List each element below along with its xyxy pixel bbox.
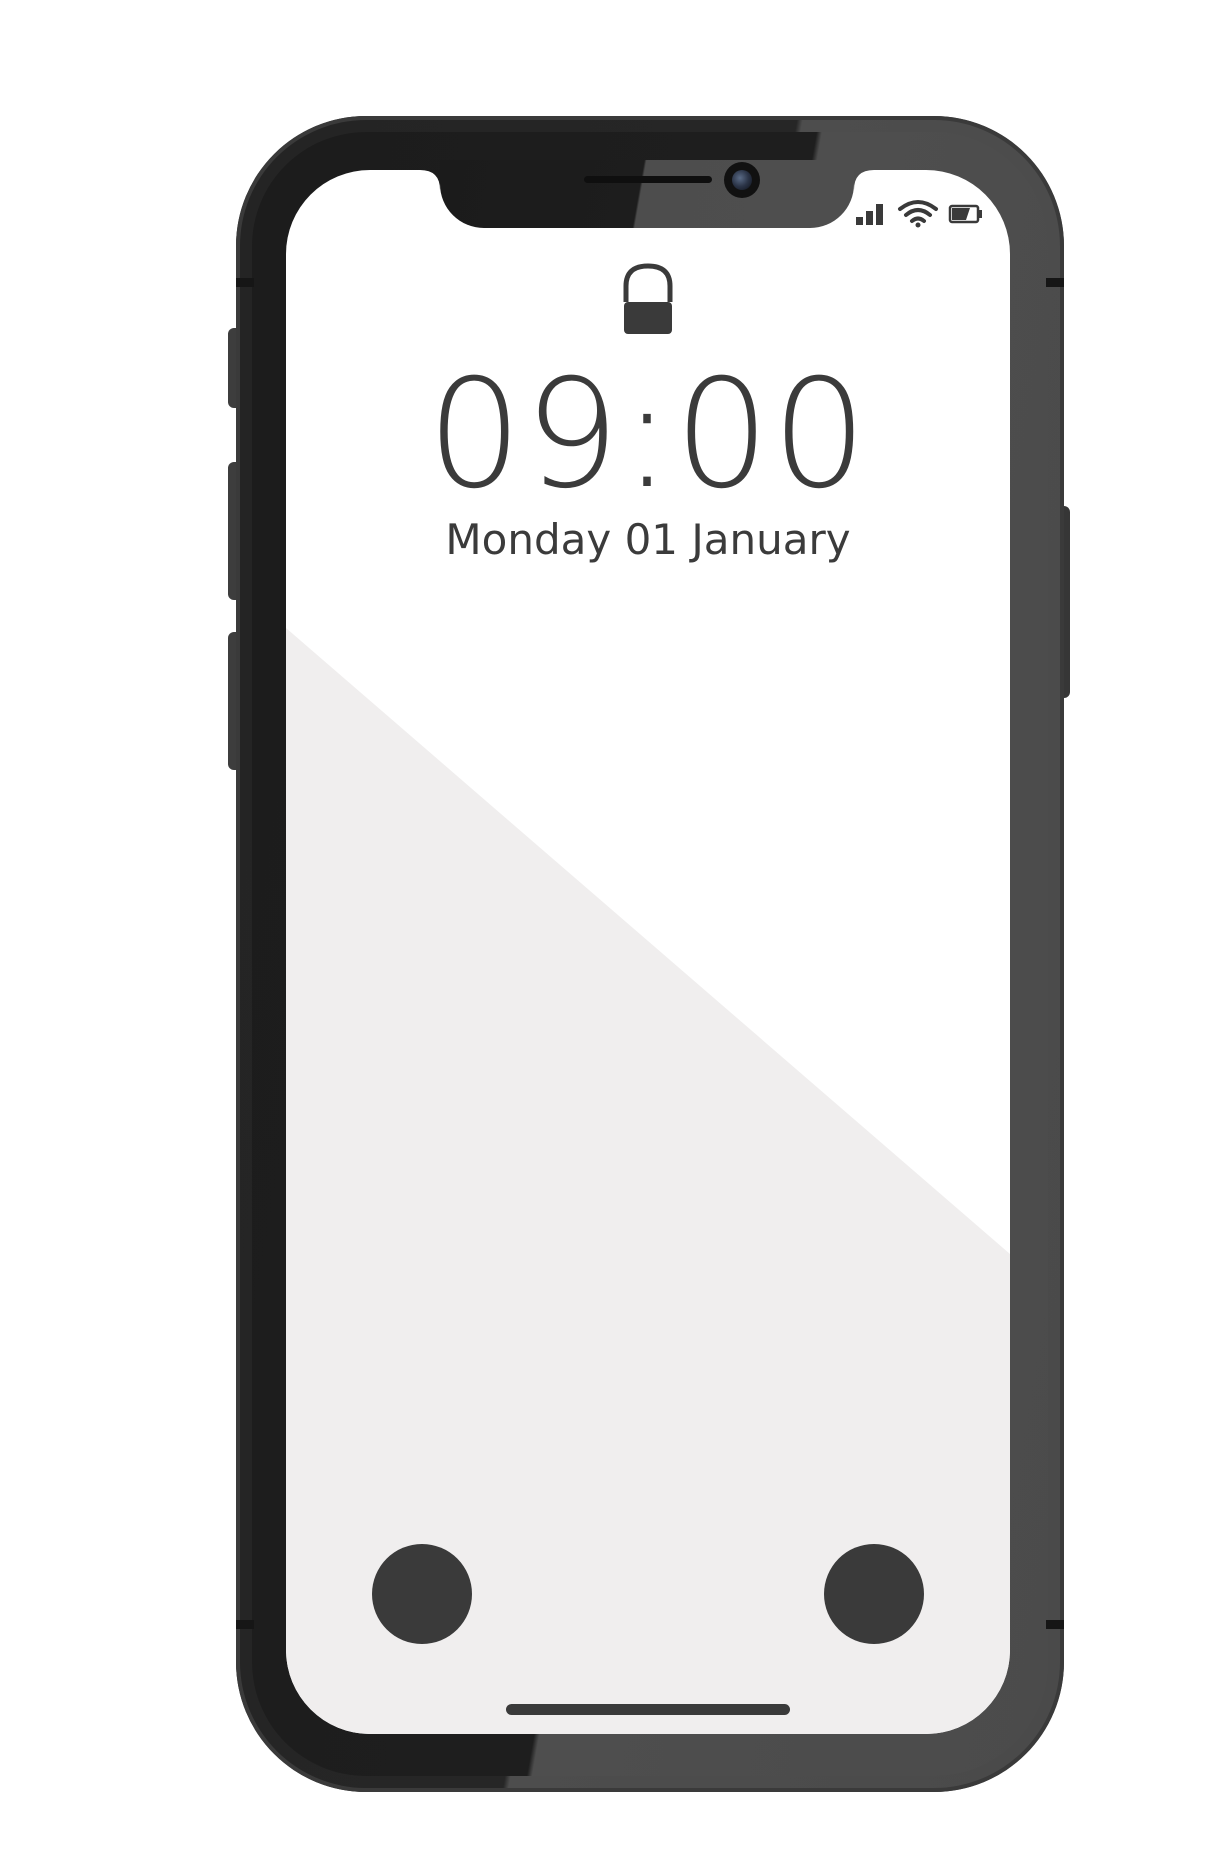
home-indicator[interactable] <box>506 1704 790 1715</box>
wifi-icon <box>898 200 938 223</box>
antenna-band <box>236 1620 254 1629</box>
battery-icon <box>948 204 982 224</box>
lock-icon <box>623 263 673 334</box>
left-action-icon[interactable] <box>372 1544 472 1644</box>
status-bar <box>856 200 982 228</box>
notch-corner <box>420 170 440 190</box>
notch-corner <box>854 170 874 190</box>
antenna-band <box>236 278 254 287</box>
signal-icon <box>856 204 883 225</box>
notch <box>440 160 854 228</box>
antenna-band <box>1046 1620 1064 1629</box>
front-camera-icon <box>724 162 760 198</box>
antenna-band <box>1046 278 1064 287</box>
lock-screen-clock: 09:00 <box>426 348 870 522</box>
lock-screen-date: Monday 01 January <box>445 515 851 564</box>
earpiece-speaker <box>584 176 712 183</box>
right-action-icon[interactable] <box>824 1544 924 1644</box>
